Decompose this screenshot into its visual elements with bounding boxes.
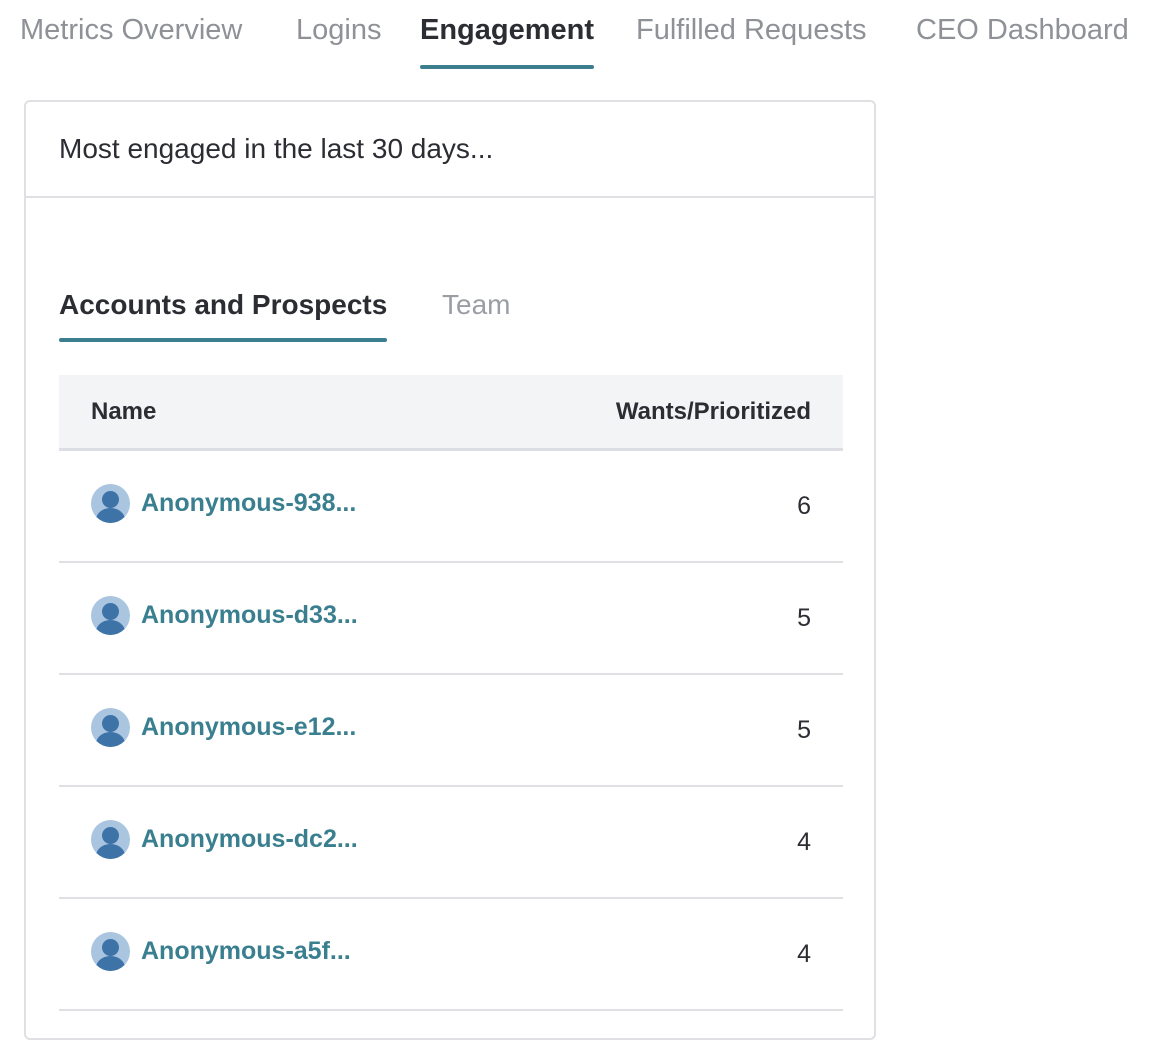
tab-logins[interactable]: Logins bbox=[296, 10, 381, 50]
wants-prioritized-count: 4 bbox=[797, 827, 811, 856]
tab-team[interactable]: Team bbox=[442, 282, 510, 328]
account-name-link[interactable]: Anonymous-e12... bbox=[141, 713, 356, 742]
engagement-card: Most engaged in the last 30 days... Acco… bbox=[24, 100, 876, 1040]
column-header-wants-prioritized[interactable]: Wants/Prioritized bbox=[616, 398, 811, 426]
wants-prioritized-count: 4 bbox=[797, 939, 811, 968]
table-row: Anonymous-938... 6 bbox=[59, 451, 843, 563]
account-name-link[interactable]: Anonymous-dc2... bbox=[141, 825, 358, 854]
account-name-link[interactable]: Anonymous-938... bbox=[141, 489, 356, 518]
card-header: Most engaged in the last 30 days... bbox=[26, 102, 874, 198]
tab-engagement[interactable]: Engagement bbox=[420, 10, 595, 69]
user-avatar-icon bbox=[91, 595, 130, 635]
tab-fulfilled-requests[interactable]: Fulfilled Requests bbox=[636, 10, 867, 50]
account-name-link[interactable]: Anonymous-d33... bbox=[141, 601, 358, 630]
name-cell: Anonymous-d33... bbox=[91, 595, 358, 635]
tab-ceo-dashboard[interactable]: CEO Dashboard bbox=[916, 10, 1129, 50]
wants-prioritized-count: 5 bbox=[797, 603, 811, 632]
table-row: Anonymous-d33... 5 bbox=[59, 563, 843, 675]
wants-prioritized-count: 6 bbox=[797, 491, 811, 520]
user-avatar-icon bbox=[91, 931, 130, 971]
tab-metrics-overview[interactable]: Metrics Overview bbox=[20, 10, 242, 50]
name-cell: Anonymous-a5f... bbox=[91, 931, 351, 971]
card-title: Most engaged in the last 30 days... bbox=[59, 133, 494, 164]
user-avatar-icon bbox=[91, 707, 130, 747]
table-header: Name Wants/Prioritized bbox=[59, 375, 843, 451]
name-cell: Anonymous-dc2... bbox=[91, 819, 358, 859]
tab-accounts-and-prospects[interactable]: Accounts and Prospects bbox=[59, 282, 388, 342]
table-row: Anonymous-a5f... 4 bbox=[59, 899, 843, 1011]
table-row: Anonymous-dc2... 4 bbox=[59, 787, 843, 899]
table-row: Anonymous-e12... 5 bbox=[59, 675, 843, 787]
top-tab-bar: Metrics Overview Logins Engagement Fulfi… bbox=[0, 0, 1172, 70]
engagement-sub-tabs: Accounts and Prospects Team bbox=[59, 282, 843, 346]
account-name-link[interactable]: Anonymous-a5f... bbox=[141, 937, 351, 966]
engagement-table: Name Wants/Prioritized Anonymous-938... … bbox=[59, 375, 843, 1011]
user-avatar-icon bbox=[91, 819, 130, 859]
column-header-name[interactable]: Name bbox=[91, 398, 156, 426]
name-cell: Anonymous-938... bbox=[91, 483, 356, 523]
wants-prioritized-count: 5 bbox=[797, 715, 811, 744]
user-avatar-icon bbox=[91, 483, 130, 523]
name-cell: Anonymous-e12... bbox=[91, 707, 356, 747]
